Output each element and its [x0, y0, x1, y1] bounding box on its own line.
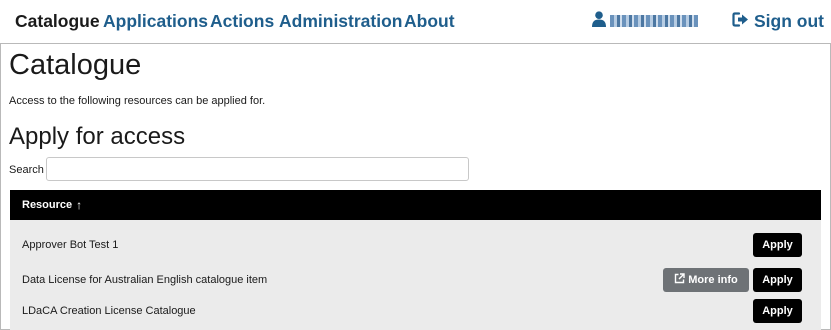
resource-header-label: Resource — [22, 199, 73, 211]
intro-text: Access to the following resources can be… — [9, 95, 266, 107]
table-row: Data License for Australian English cata… — [10, 265, 821, 295]
section-title: Apply for access — [9, 123, 186, 150]
apply-button[interactable]: Apply — [753, 233, 802, 257]
search-label: Search — [9, 164, 44, 176]
page-title: Catalogue — [9, 49, 142, 81]
sign-out-link[interactable]: Sign out — [732, 10, 824, 32]
more-info-label: More info — [688, 274, 738, 286]
search-input[interactable] — [46, 157, 469, 181]
table-row: Approver Bot Test 1 Apply — [10, 230, 821, 260]
apply-button[interactable]: Apply — [753, 268, 802, 292]
nav-administration[interactable]: Administration — [279, 10, 402, 32]
sort-ascending-icon: ↑ — [76, 198, 83, 212]
resource-column-header[interactable]: Resource ↑ — [10, 190, 821, 220]
nav-catalogue[interactable]: Catalogue — [15, 10, 100, 32]
nav-about[interactable]: About — [404, 10, 455, 32]
nav-actions[interactable]: Actions — [210, 10, 274, 32]
resource-name: Approver Bot Test 1 — [22, 239, 119, 251]
resource-table: Resource ↑ Approver Bot Test 1 Apply Dat… — [10, 190, 821, 330]
user-icon — [592, 10, 606, 32]
apply-button[interactable]: Apply — [753, 299, 802, 323]
external-link-icon — [674, 273, 688, 287]
more-info-button[interactable]: More info — [663, 268, 749, 292]
sign-out-icon — [732, 10, 754, 32]
table-row: LDaCA Creation License Catalogue Apply — [10, 296, 821, 326]
user-menu[interactable] — [592, 10, 698, 32]
user-name-redacted — [610, 15, 698, 27]
nav-applications[interactable]: Applications — [103, 10, 208, 32]
resource-name: Data License for Australian English cata… — [22, 274, 268, 286]
sign-out-label: Sign out — [754, 11, 824, 31]
top-navbar: Catalogue Applications Actions Administr… — [0, 0, 831, 44]
resource-name: LDaCA Creation License Catalogue — [22, 305, 196, 317]
